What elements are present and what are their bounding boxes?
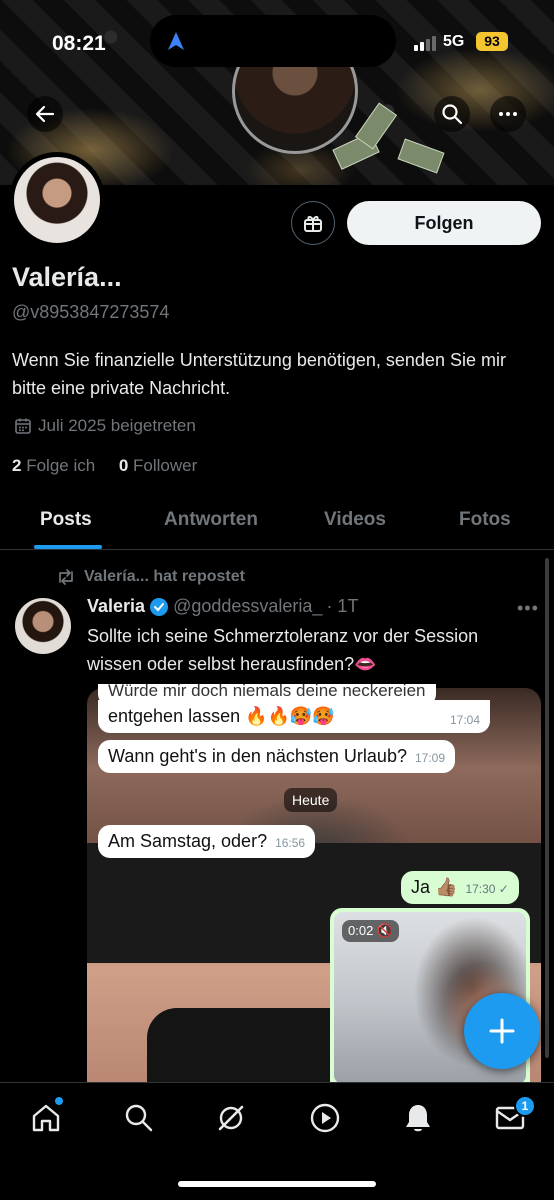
followers-label: Follower (133, 456, 198, 475)
chat-message-time: 17:09 (414, 751, 445, 765)
nav-video[interactable] (308, 1101, 342, 1135)
chat-message-time: 17:30 ✓ (465, 882, 509, 896)
home-icon (32, 1104, 60, 1132)
home-indicator[interactable] (178, 1181, 376, 1187)
repost-label: Valería... hat repostet (84, 568, 245, 585)
followers-link[interactable]: 0 Follower (119, 456, 197, 475)
following-label: Folge ich (26, 456, 96, 475)
play-circle-icon (310, 1103, 340, 1133)
repost-icon (59, 569, 73, 585)
plus-icon (489, 1018, 515, 1044)
nav-search[interactable] (122, 1101, 156, 1135)
gift-button[interactable] (291, 201, 335, 245)
gift-icon (304, 216, 322, 232)
search-icon (125, 1104, 153, 1132)
network-type: 5G (443, 33, 465, 50)
home-notification-dot (55, 1097, 63, 1105)
back-arrow-icon (35, 105, 55, 123)
chat-message-text: Ja 👍🏽 (411, 877, 458, 897)
more-dots-icon (499, 112, 517, 116)
tab-photos[interactable]: Fotos (459, 509, 511, 531)
post-author-name[interactable]: Valeria (87, 596, 145, 617)
active-tab-indicator (34, 545, 102, 549)
chat-message-time: 16:56 (275, 836, 306, 850)
following-count: 2 (12, 456, 22, 475)
tab-posts[interactable]: Posts (40, 509, 92, 531)
verified-badge-icon (150, 597, 169, 616)
post-author-handle[interactable]: @goddessvaleria_ (173, 596, 322, 617)
profile-handle: @v8953847273574 (12, 302, 170, 322)
profile-display-name: Valería... (12, 262, 122, 292)
post-more-icon[interactable]: ••• (517, 598, 539, 619)
calendar-icon (15, 418, 31, 434)
nav-home[interactable] (29, 1101, 63, 1135)
chat-message-time: 17:04 (449, 713, 480, 727)
signal-icon (414, 36, 436, 51)
followers-count: 0 (118, 456, 129, 475)
messages-badge: 1 (514, 1095, 536, 1117)
search-button[interactable] (434, 96, 470, 132)
profile-avatar[interactable] (9, 152, 105, 248)
tab-replies[interactable]: Antworten (164, 509, 258, 531)
location-arrow-icon (168, 32, 184, 50)
compose-button[interactable] (464, 993, 540, 1069)
chat-message: entgehen lassen 🔥🔥🥵🥵 17:04 (98, 700, 490, 733)
joined-date: Juli 2025 beigetreten (14, 416, 196, 436)
nav-notifications[interactable] (401, 1101, 435, 1135)
chat-message: Am Samstag, oder? 16:56 (98, 825, 316, 858)
scrollbar[interactable] (545, 558, 549, 1058)
chat-message-own: Ja 👍🏽 17:30 ✓ (401, 871, 519, 904)
chat-message-text: entgehen lassen 🔥🔥🥵🥵 (108, 706, 335, 726)
chat-message: Wann geht's in den nächsten Urlaub? 17:09 (98, 740, 455, 773)
nav-grok[interactable] (214, 1101, 248, 1135)
follow-button[interactable]: Folgen (347, 201, 541, 245)
status-time: 08:21 (52, 32, 106, 55)
post-text: Sollte ich seine Schmerztoleranz vor der… (87, 626, 479, 674)
profile-bio: Wenn Sie finanzielle Unterstützung benöt… (12, 350, 506, 398)
more-options-button[interactable] (490, 96, 526, 132)
chat-message-text: Wann geht's in den nächsten Urlaub? (108, 746, 407, 766)
post-time: · 1T (326, 596, 359, 616)
profile-tabs: Posts Antworten Videos Fotos (0, 495, 554, 550)
chat-message-text: Am Samstag, oder? (108, 831, 268, 851)
video-duration: 0:02 🔇 (342, 920, 400, 942)
joined-label: Juli 2025 beigetreten (38, 416, 196, 435)
battery-indicator: 93 (476, 32, 508, 51)
chat-day-chip: Heute (284, 788, 338, 812)
follow-counts: 2 Folge ich 0 Follower (12, 456, 197, 476)
following-link[interactable]: 2 Folge ich (12, 456, 95, 475)
bell-icon (406, 1105, 430, 1132)
search-icon (442, 104, 463, 125)
tab-videos[interactable]: Videos (324, 509, 386, 531)
back-button[interactable] (27, 96, 63, 132)
post-author-avatar[interactable] (15, 598, 71, 654)
grok-icon (218, 1105, 244, 1131)
repost-indicator: Valería... hat repostet (56, 568, 245, 586)
status-bar: 08:21 5G 93 (0, 0, 554, 84)
post-header: Valeria @goddessvaleria_ · 1T (87, 596, 358, 617)
